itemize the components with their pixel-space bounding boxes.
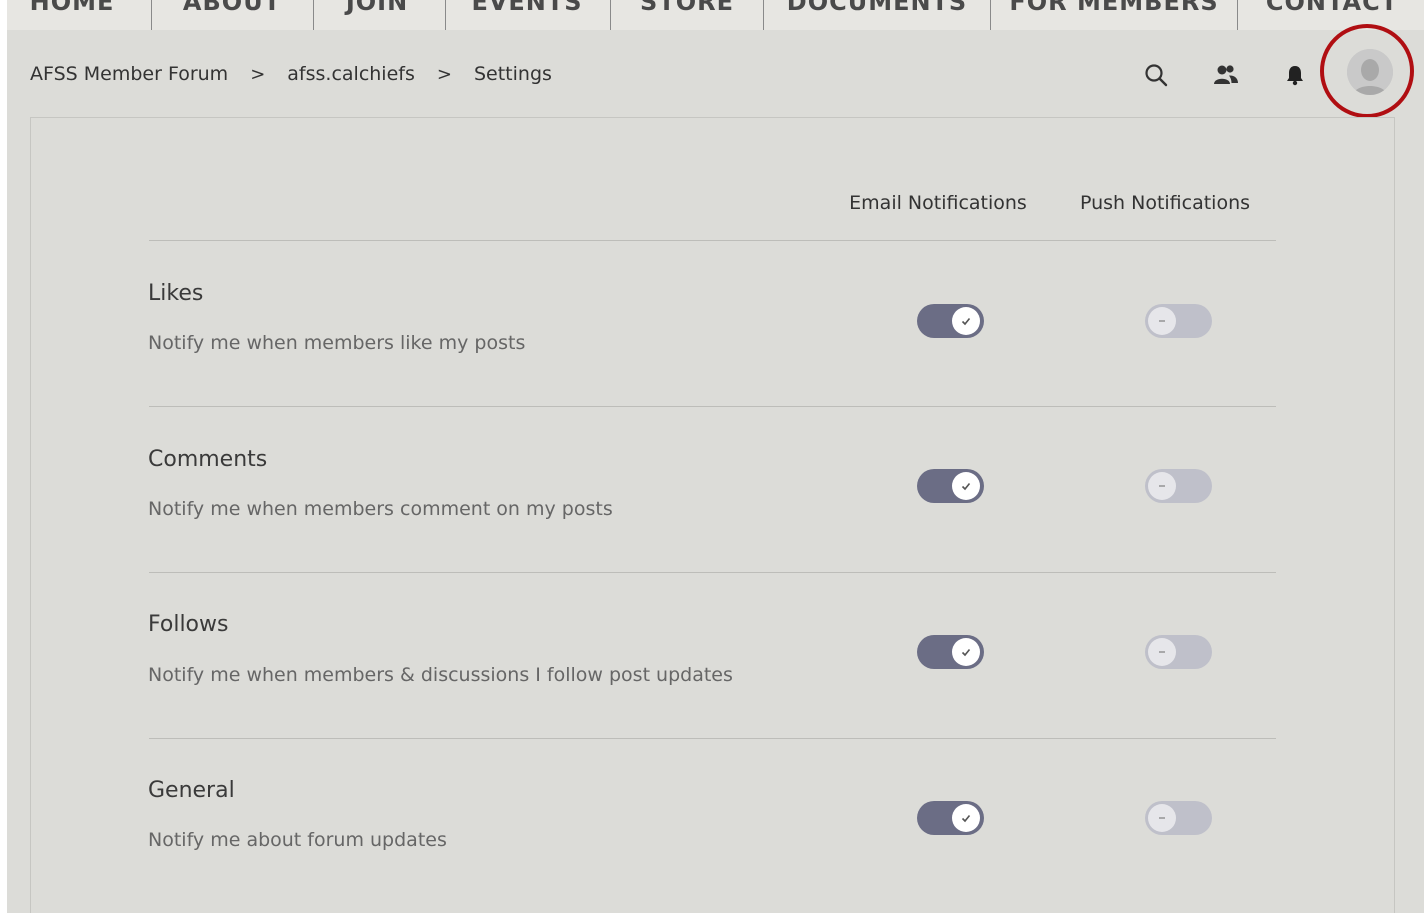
push-toggle-likes[interactable] xyxy=(1145,304,1212,338)
nav-separator xyxy=(990,0,991,30)
nav-documents[interactable]: DOCUMENTS xyxy=(787,0,967,18)
nav-separator xyxy=(763,0,764,30)
push-toggle-comments[interactable] xyxy=(1145,469,1212,503)
divider xyxy=(149,240,1276,241)
members-icon[interactable] xyxy=(1212,62,1238,88)
push-toggle-follows[interactable] xyxy=(1145,635,1212,669)
row-title-follows: Follows xyxy=(148,612,229,637)
nav-for-members[interactable]: FOR MEMBERS xyxy=(1009,0,1218,18)
row-desc-comments: Notify me when members comment on my pos… xyxy=(148,498,613,520)
nav-separator xyxy=(1237,0,1238,30)
minus-icon xyxy=(1148,638,1176,666)
row-desc-general: Notify me about forum updates xyxy=(148,829,447,851)
row-desc-follows: Notify me when members & discussions I f… xyxy=(148,664,733,686)
divider xyxy=(149,572,1276,573)
check-icon xyxy=(952,307,980,335)
column-push-notifications: Push Notifications xyxy=(1079,192,1251,214)
row-title-likes: Likes xyxy=(148,281,204,306)
nav-separator xyxy=(151,0,152,30)
divider xyxy=(149,406,1276,407)
bell-icon[interactable] xyxy=(1282,62,1308,88)
minus-icon xyxy=(1148,472,1176,500)
email-toggle-comments[interactable] xyxy=(917,469,984,503)
nav-events[interactable]: EVENTS xyxy=(471,0,582,18)
check-icon xyxy=(952,638,980,666)
highlight-circle xyxy=(1320,24,1414,118)
row-desc-likes: Notify me when members like my posts xyxy=(148,332,526,354)
check-icon xyxy=(952,804,980,832)
row-title-general: General xyxy=(148,778,235,803)
search-icon[interactable] xyxy=(1143,62,1169,88)
nav-store[interactable]: STORE xyxy=(640,0,734,18)
nav-separator xyxy=(313,0,314,30)
minus-icon xyxy=(1148,804,1176,832)
minus-icon xyxy=(1148,307,1176,335)
push-toggle-general[interactable] xyxy=(1145,801,1212,835)
header-actions xyxy=(7,52,1424,96)
check-icon xyxy=(952,472,980,500)
nav-home[interactable]: HOME xyxy=(30,0,115,18)
nav-contact[interactable]: CONTACT xyxy=(1266,0,1398,18)
site-nav: HOME ABOUT JOIN EVENTS STORE DOCUMENTS F… xyxy=(7,0,1424,30)
forum-page: HOME ABOUT JOIN EVENTS STORE DOCUMENTS F… xyxy=(7,0,1424,913)
nav-separator xyxy=(610,0,611,30)
email-toggle-likes[interactable] xyxy=(917,304,984,338)
nav-separator xyxy=(445,0,446,30)
nav-about[interactable]: ABOUT xyxy=(183,0,281,18)
email-toggle-general[interactable] xyxy=(917,801,984,835)
divider xyxy=(149,738,1276,739)
row-title-comments: Comments xyxy=(148,447,268,472)
nav-join[interactable]: JOIN xyxy=(346,0,408,18)
email-toggle-follows[interactable] xyxy=(917,635,984,669)
column-email-notifications: Email Notifications xyxy=(849,192,1027,214)
